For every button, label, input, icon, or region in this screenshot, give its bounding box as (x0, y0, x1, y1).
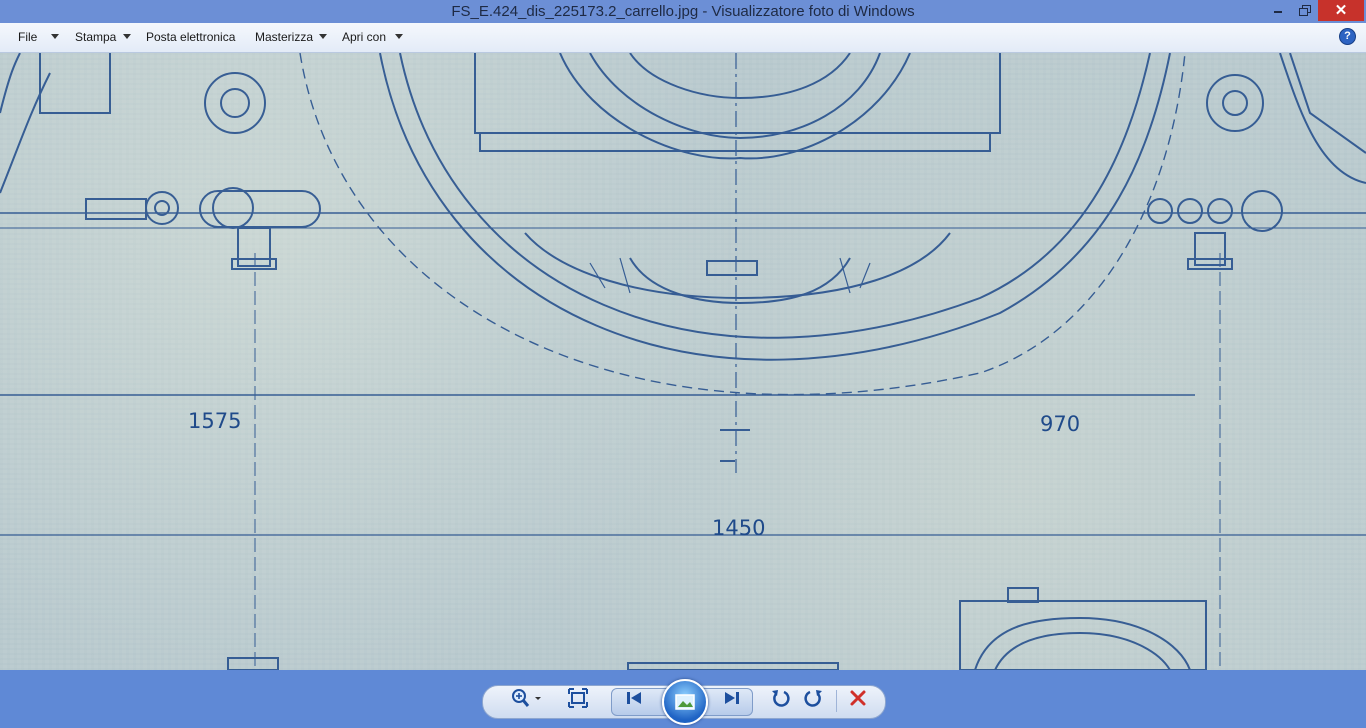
menu-print[interactable]: Stampa (75, 30, 116, 44)
actual-size-icon[interactable] (566, 686, 590, 710)
menu-file[interactable]: File (18, 30, 37, 44)
delete-icon[interactable] (846, 686, 870, 710)
title-bar: FS_E.424_dis_225173.2_carrello.jpg - Vis… (0, 0, 1366, 23)
slideshow-icon (675, 694, 695, 710)
print-dropdown-icon[interactable] (123, 34, 131, 39)
slideshow-button[interactable] (662, 679, 708, 725)
dimension-label-970: 970 (1040, 412, 1080, 436)
menu-burn[interactable]: Masterizza (255, 30, 313, 44)
help-icon[interactable]: ? (1339, 28, 1356, 45)
open-with-dropdown-icon[interactable] (395, 34, 403, 39)
image-viewport[interactable]: 1575 970 1450 (0, 53, 1366, 670)
menu-bar: File Stampa Posta elettronica Masterizza… (0, 23, 1366, 53)
previous-icon[interactable] (622, 686, 646, 710)
rotate-counterclockwise-icon[interactable] (768, 686, 792, 710)
file-dropdown-icon[interactable] (51, 34, 59, 39)
close-button[interactable]: ✕ (1318, 0, 1364, 21)
next-icon[interactable] (720, 686, 744, 710)
close-icon: ✕ (1334, 2, 1348, 19)
burn-dropdown-icon[interactable] (319, 34, 327, 39)
blueprint-image: 1575 970 1450 (0, 53, 1366, 670)
zoom-icon[interactable] (508, 686, 544, 710)
minimize-button[interactable] (1266, 0, 1290, 21)
restore-button[interactable] (1292, 0, 1316, 21)
menu-email[interactable]: Posta elettronica (146, 30, 235, 44)
rotate-clockwise-icon[interactable] (802, 686, 826, 710)
menu-open-with[interactable]: Apri con (342, 30, 386, 44)
dimension-label-1575: 1575 (188, 409, 241, 433)
toolbar-divider (836, 690, 837, 712)
window-title: FS_E.424_dis_225173.2_carrello.jpg - Vis… (451, 3, 915, 20)
dimension-label-1450: 1450 (712, 516, 765, 540)
